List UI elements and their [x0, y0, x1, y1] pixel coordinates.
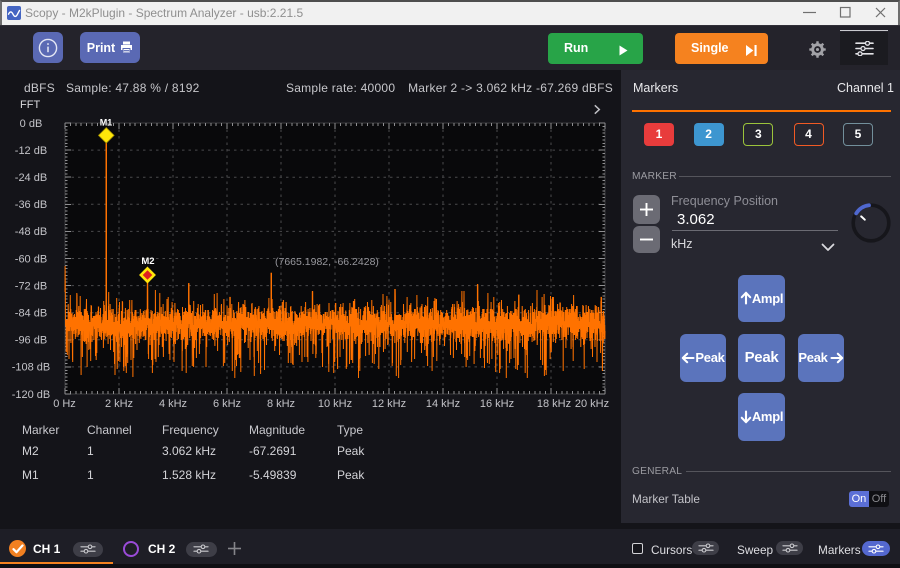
svg-text:-12 dB: -12 dB — [15, 145, 47, 157]
svg-text:12 kHz: 12 kHz — [372, 398, 406, 410]
svg-text:-84 dB: -84 dB — [15, 308, 47, 320]
svg-text:2 kHz: 2 kHz — [105, 398, 133, 410]
svg-text:-48 dB: -48 dB — [15, 226, 47, 238]
svg-text:M2: M2 — [141, 256, 154, 267]
svg-text:10 kHz: 10 kHz — [318, 398, 352, 410]
svg-text:8 kHz: 8 kHz — [267, 398, 295, 410]
svg-text:4 kHz: 4 kHz — [159, 398, 187, 410]
svg-text:0 Hz: 0 Hz — [53, 398, 76, 410]
svg-text:14 kHz: 14 kHz — [426, 398, 460, 410]
svg-text:(7665.1982, -66.2428): (7665.1982, -66.2428) — [275, 256, 379, 268]
svg-text:0 dB: 0 dB — [20, 118, 43, 130]
svg-text:6 kHz: 6 kHz — [213, 398, 241, 410]
svg-text:-72 dB: -72 dB — [15, 280, 47, 292]
svg-text:18 kHz: 18 kHz — [537, 398, 571, 410]
svg-text:16 kHz: 16 kHz — [480, 398, 514, 410]
svg-text:-108 dB: -108 dB — [12, 362, 51, 374]
svg-text:20 kHz: 20 kHz — [575, 398, 609, 410]
svg-text:M1: M1 — [100, 118, 113, 128]
svg-text:-24 dB: -24 dB — [15, 172, 47, 184]
svg-text:-120 dB: -120 dB — [12, 389, 51, 401]
svg-text:-36 dB: -36 dB — [15, 199, 47, 211]
svg-text:-60 dB: -60 dB — [15, 253, 47, 265]
svg-text:-96 dB: -96 dB — [15, 335, 47, 347]
